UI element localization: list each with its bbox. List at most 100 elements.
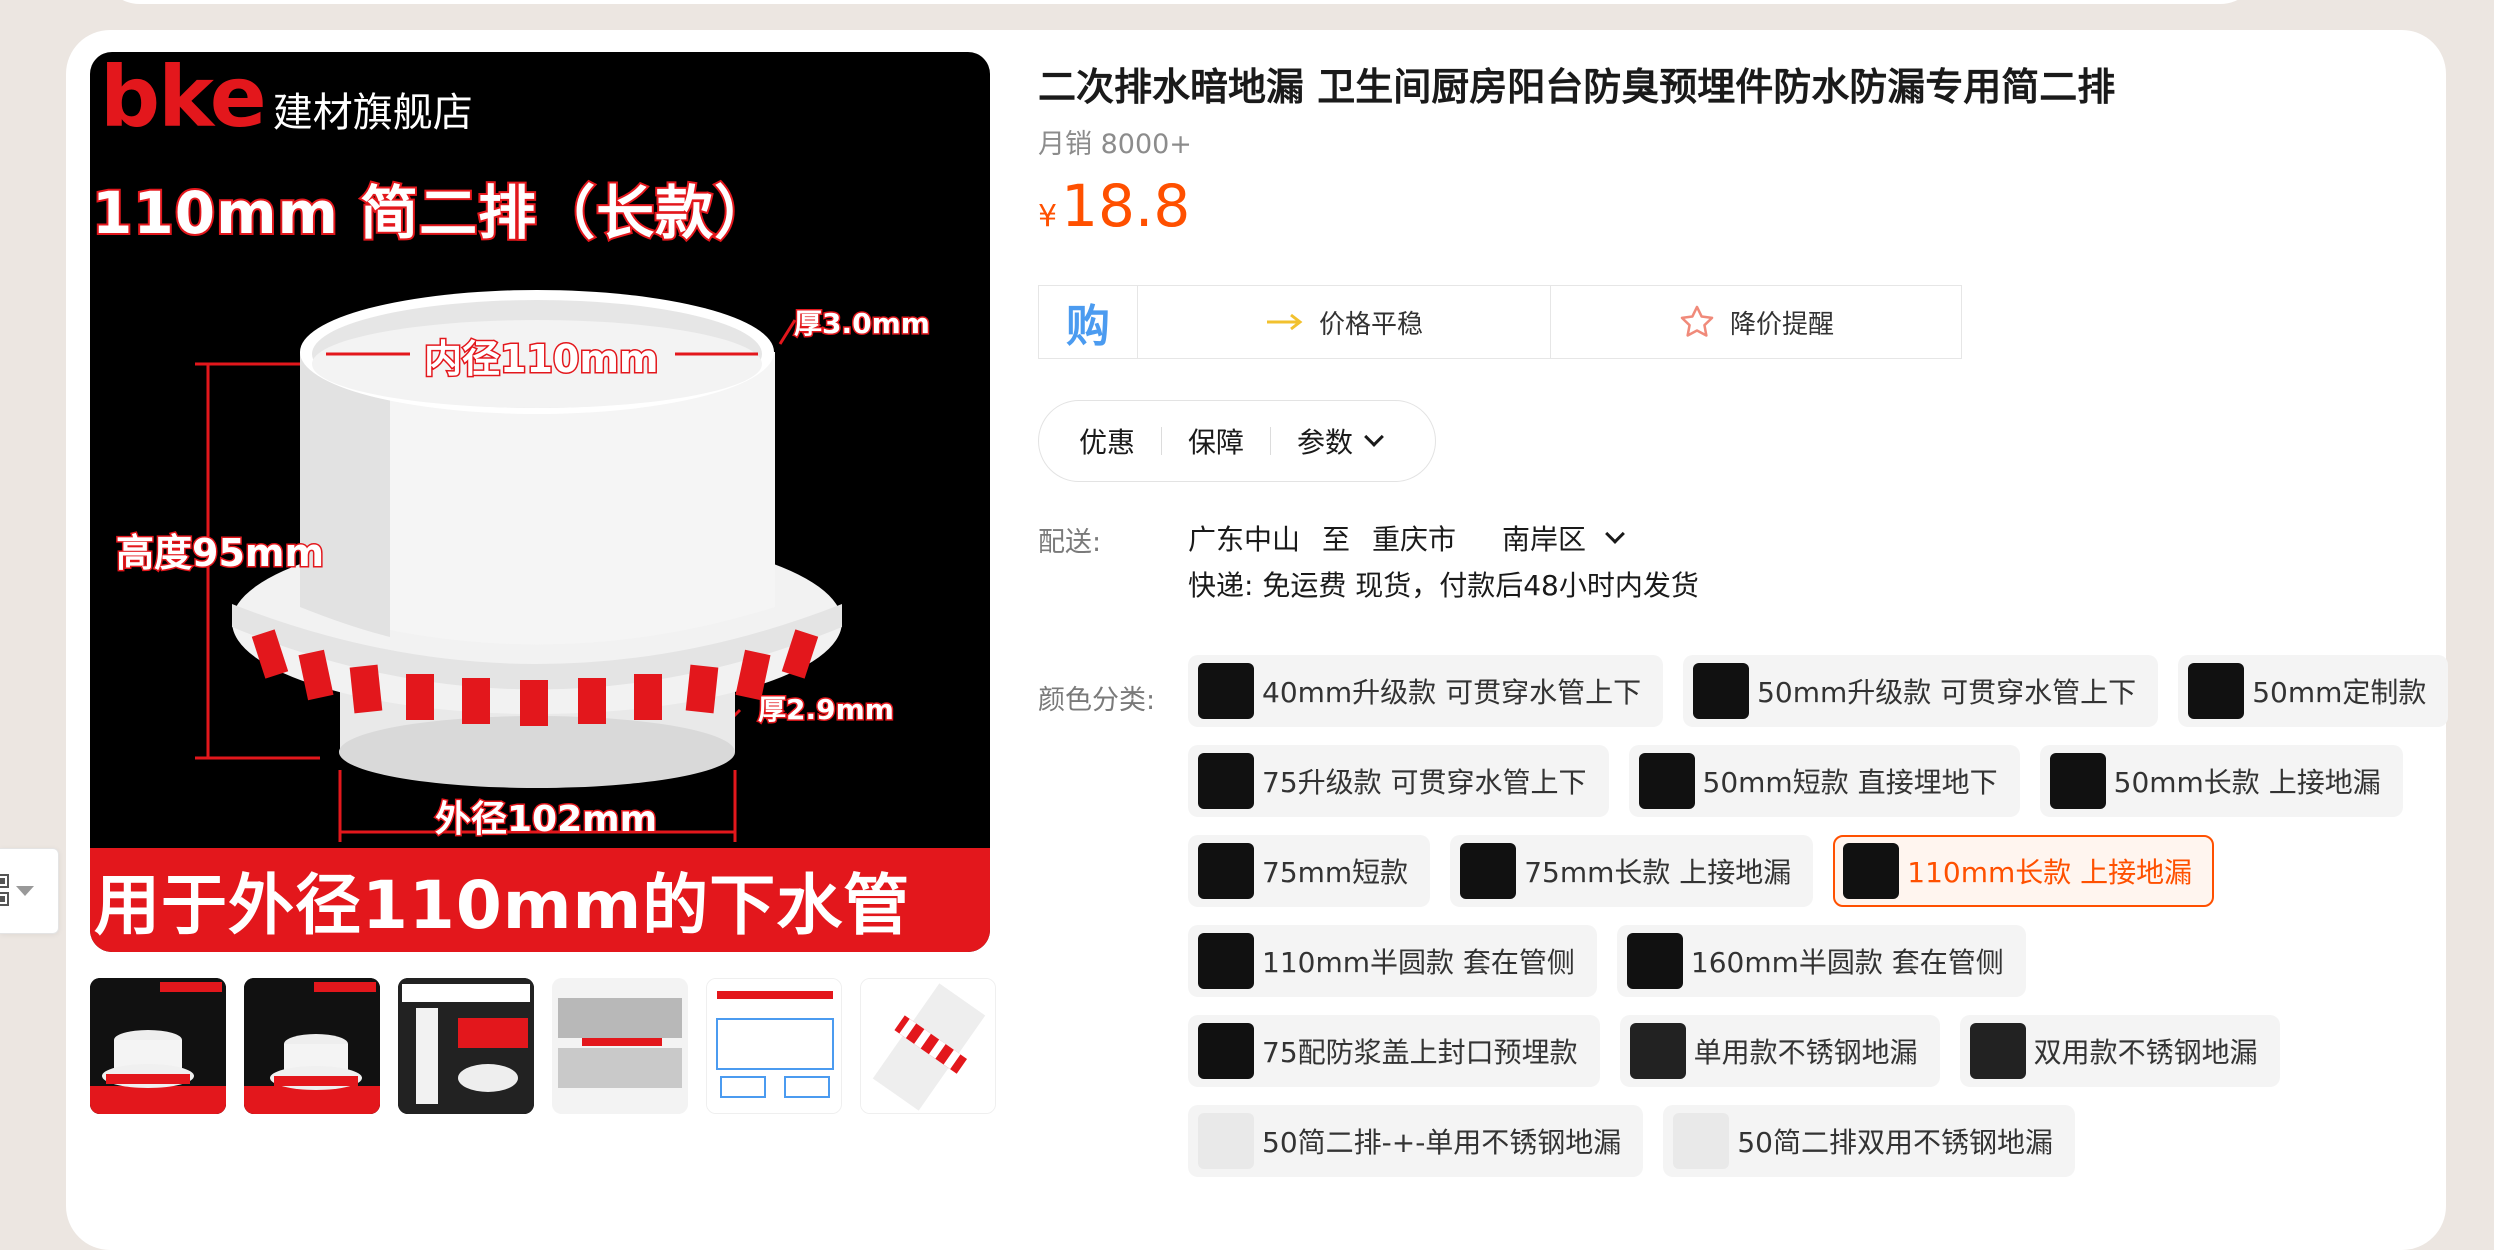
sku-label-text: 单用款不锈钢地漏: [1693, 1036, 1918, 1069]
thumbnail-2[interactable]: [244, 978, 380, 1114]
image-bottom-banner: 用于外径110mm的下水管: [90, 848, 990, 952]
currency-symbol: ¥: [1038, 199, 1058, 234]
monthly-sales: 月销 8000+: [1038, 129, 1192, 160]
sku-option[interactable]: 单用款不锈钢地漏: [1619, 1015, 1940, 1087]
sku-options: 40mm升级款 可贯穿水管上下 50mm升级款 可贯穿水管上下 50mm定制款 …: [1188, 655, 2449, 1195]
price-stable: 价格平稳: [1138, 286, 1551, 358]
sku-option[interactable]: 双用款不锈钢地漏: [1959, 1015, 2280, 1087]
qr-code-tab[interactable]: [0, 848, 59, 934]
price-drop-label: 降价提醒: [1729, 309, 1834, 340]
sku-option[interactable]: 50mm短款 直接埋地下: [1628, 745, 2020, 817]
price-trend-box: 购 价格平稳 降价提醒: [1038, 285, 1962, 359]
sku-option[interactable]: 50mm长款 上接地漏: [2039, 745, 2403, 817]
price-stable-label: 价格平稳: [1318, 309, 1423, 340]
sku-option[interactable]: 50简二排-+-单用不锈钢地漏: [1188, 1105, 1644, 1177]
delivery-label: 配送:: [1038, 527, 1102, 558]
tab-discount[interactable]: 优惠: [1079, 421, 1135, 461]
dim-inner-label: 内径110mm: [423, 336, 661, 383]
thumbnail-4[interactable]: [552, 978, 688, 1114]
image-headline: 110mm 简二排（长款）: [90, 177, 774, 249]
thumbnail-1[interactable]: [90, 978, 226, 1114]
sku-option[interactable]: 50简二排双用不锈钢地漏: [1663, 1105, 2075, 1177]
sku-option[interactable]: 75配防浆盖上封口预埋款: [1188, 1015, 1600, 1087]
price: ¥ 18.8: [1038, 172, 1190, 240]
sku-label-text: 50mm升级款 可贯穿水管上下: [1757, 676, 2137, 709]
sku-label-text: 50mm长款 上接地漏: [2113, 766, 2381, 799]
brand-header: bke 建材旗舰店: [100, 52, 473, 146]
tab-guarantee[interactable]: 保障: [1188, 421, 1244, 461]
dim-height-label: 高度95mm: [114, 530, 325, 577]
tab-params-label: 参数: [1297, 426, 1354, 459]
buy-icon: 购: [1066, 301, 1110, 352]
ship-city[interactable]: 重庆市: [1372, 518, 1456, 558]
brand-store-name: 建材旗舰店: [272, 90, 473, 136]
dim-thick-bottom-label: 厚2.9mm: [757, 692, 896, 728]
sku-label-text: 50简二排-+-单用不锈钢地漏: [1262, 1126, 1622, 1159]
sku-label-text: 75升级款 可贯穿水管上下: [1262, 766, 1587, 799]
product-title: 二次排水暗地漏 卫生间厨房阳台防臭预埋件防水防漏专用简二排: [1038, 65, 2116, 109]
sku-label-text: 双用款不锈钢地漏: [2033, 1036, 2258, 1069]
ship-to-word: 至: [1322, 523, 1351, 556]
sku-label-text: 75mm长款 上接地漏: [1524, 856, 1792, 889]
sku-thumbnail: [1843, 843, 1900, 899]
ship-district[interactable]: 南岸区: [1502, 518, 1586, 558]
sku-thumbnail: [2188, 663, 2245, 719]
price-drop-reminder[interactable]: 降价提醒: [1551, 286, 1961, 358]
sku-label-text: 75mm短款: [1262, 856, 1409, 889]
buy-badge: 购: [1039, 286, 1138, 358]
thumbnail-5[interactable]: [706, 978, 842, 1114]
top-card-edge: [100, 0, 2260, 4]
tab-params[interactable]: 参数: [1297, 421, 1384, 461]
delivery-route: 广东中山 至 重庆市 南岸区: [1188, 518, 1644, 558]
sku-option[interactable]: 40mm升级款 可贯穿水管上下: [1188, 655, 1664, 727]
tab-divider: [1270, 427, 1272, 455]
qr-code-icon[interactable]: [0, 871, 34, 911]
main-product-image[interactable]: bke 建材旗舰店 110mm 简二排（长款） 内径110mm 厚3.0mm 高…: [90, 52, 990, 952]
sku-option-selected[interactable]: 110mm长款 上接地漏: [1833, 835, 2215, 907]
sku-thumbnail: [1198, 1113, 1254, 1169]
sku-thumbnail: [1626, 933, 1683, 989]
sku-thumbnail: [1198, 1023, 1254, 1079]
thumbnail-6[interactable]: [860, 978, 996, 1114]
brand-logo: bke: [100, 52, 267, 146]
sku-option[interactable]: 75mm长款 上接地漏: [1450, 835, 1814, 907]
sku-thumbnail: [2049, 753, 2106, 809]
sku-option[interactable]: 110mm半圆款 套在管侧: [1188, 925, 1597, 997]
thumbnail-3[interactable]: [398, 978, 534, 1114]
caret-down-icon: [16, 886, 34, 896]
info-tabs: 优惠 保障 参数: [1038, 400, 1436, 482]
dim-thick-top-label: 厚3.0mm: [793, 306, 932, 342]
sku-thumbnail: [1629, 1023, 1686, 1079]
shipping-info: 快递: 免运费 现货，付款后48小时内发货: [1188, 569, 1699, 602]
tab-divider: [1161, 427, 1163, 455]
sku-thumbnail: [1460, 843, 1517, 899]
sku-label-text: 75配防浆盖上封口预埋款: [1262, 1036, 1578, 1069]
sku-thumbnail: [1969, 1023, 2026, 1079]
sku-label-text: 50mm短款 直接埋地下: [1702, 766, 1998, 799]
arrow-right-icon: [1266, 313, 1303, 331]
district-chevron-down-icon[interactable]: [1605, 524, 1625, 544]
sku-option[interactable]: 50mm升级款 可贯穿水管上下: [1683, 655, 2159, 727]
sku-label-text: 110mm半圆款 套在管侧: [1262, 946, 1575, 979]
sku-label-text: 50mm定制款: [2252, 676, 2427, 709]
sku-label-text: 40mm升级款 可贯穿水管上下: [1262, 676, 1642, 709]
sku-option[interactable]: 50mm定制款: [2178, 655, 2449, 727]
sku-option[interactable]: 75升级款 可贯穿水管上下: [1188, 745, 1609, 817]
sku-thumbnail: [1198, 843, 1254, 899]
sku-thumbnail: [1673, 1113, 1730, 1169]
sku-label-text: 160mm半圆款 套在管侧: [1690, 946, 2004, 979]
thumbnail-strip: [90, 978, 996, 1114]
price-value: 18.8: [1061, 172, 1191, 240]
chevron-down-icon: [1364, 427, 1384, 447]
sku-thumbnail: [1198, 663, 1254, 719]
sku-thumbnail: [1198, 933, 1254, 989]
sku-option[interactable]: 160mm半圆款 套在管侧: [1616, 925, 2026, 997]
ship-from: 广东中山: [1188, 523, 1301, 556]
sku-thumbnail: [1198, 753, 1254, 809]
sku-option[interactable]: 75mm短款: [1188, 835, 1431, 907]
star-icon: [1680, 305, 1714, 337]
sku-label-text: 50简二排双用不锈钢地漏: [1737, 1126, 2053, 1159]
dim-outer-label: 外径102mm: [433, 798, 658, 842]
sku-thumbnail: [1693, 663, 1750, 719]
sku-label-text: 110mm长款 上接地漏: [1907, 856, 2193, 889]
